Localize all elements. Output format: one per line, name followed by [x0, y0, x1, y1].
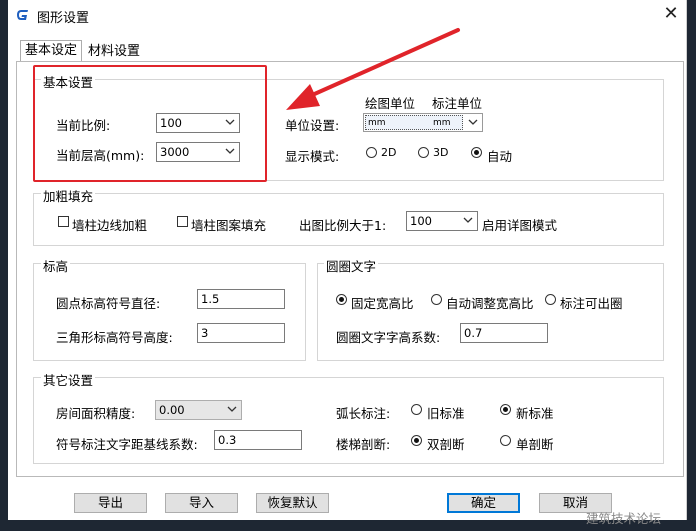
scale-gt-label: 出图比例大于1:: [299, 218, 387, 233]
unit-annotation-value: mm: [433, 118, 451, 128]
chevron-down-icon: [468, 119, 478, 125]
tab-basic[interactable]: 基本设定: [20, 40, 83, 62]
outside-circle-label: 标注可出圈: [560, 296, 623, 311]
other-settings-legend: 其它设置: [41, 370, 96, 389]
dot-diameter-input[interactable]: 1.5: [197, 289, 285, 309]
auto-ratio-label: 自动调整宽高比: [446, 296, 534, 311]
dot-diameter-label: 圆点标高符号直径:: [56, 296, 161, 311]
triangle-height-input[interactable]: 3: [197, 323, 285, 343]
tab-material[interactable]: 材料设置: [84, 42, 144, 61]
elevation-legend: 标高: [41, 256, 71, 275]
scale-gt-combo[interactable]: 100: [406, 211, 478, 231]
detail-mode-label: 启用详图模式: [482, 218, 558, 233]
area-precision-label: 房间面积精度:: [56, 406, 136, 421]
fixed-ratio-label: 固定宽高比: [351, 296, 414, 311]
display-2d-radio[interactable]: [366, 147, 377, 158]
arc-new-standard-label: 新标准: [516, 406, 554, 421]
auto-ratio-radio[interactable]: [431, 294, 442, 305]
arc-old-standard-label: 旧标准: [427, 406, 465, 421]
chevron-down-icon: [227, 406, 237, 412]
unit-drawing-value: mm: [368, 118, 386, 128]
arc-old-standard-radio[interactable]: [411, 404, 422, 415]
display-3d-radio[interactable]: [418, 147, 429, 158]
stair-single-radio[interactable]: [500, 435, 511, 446]
circle-text-ratio-input[interactable]: 0.7: [460, 323, 548, 343]
display-auto-radio[interactable]: [471, 147, 482, 158]
triangle-height-label: 三角形标高符号高度:: [56, 330, 173, 345]
area-precision-value: 0.00: [159, 403, 185, 417]
thicken-fill-legend: 加粗填充: [41, 186, 96, 205]
circle-text-group: [317, 263, 664, 361]
circle-text-ratio-label: 圆圈文字字高系数:: [336, 330, 441, 345]
cad-background-right: [686, 0, 696, 531]
outside-circle-radio[interactable]: [545, 294, 556, 305]
arc-new-standard-radio[interactable]: [500, 404, 511, 415]
stair-double-label: 双剖断: [427, 437, 465, 452]
wall-edge-checkbox[interactable]: [58, 216, 69, 227]
watermark-text: 建筑技术论坛: [586, 511, 662, 526]
scale-gt-value: 100: [410, 214, 432, 228]
stair-section-label: 楼梯剖断:: [336, 437, 391, 452]
chevron-down-icon: [463, 217, 473, 223]
display-mode-label: 显示模式:: [285, 149, 340, 164]
circle-text-legend: 圆圈文字: [324, 256, 379, 275]
symbol-baseline-input[interactable]: 0.3: [214, 430, 302, 450]
export-button[interactable]: 导出: [74, 493, 147, 513]
close-icon[interactable]: ✕: [660, 2, 682, 26]
display-auto-label: 自动: [487, 149, 513, 164]
annotation-highlight-box: [33, 65, 267, 182]
reset-defaults-button[interactable]: 恢复默认: [256, 493, 329, 513]
annotation-arrow-icon: [286, 28, 460, 110]
symbol-baseline-label: 符号标注文字距基线系数:: [56, 437, 198, 452]
arc-length-label: 弧长标注:: [336, 406, 391, 421]
dialog-title: 图形设置: [37, 11, 90, 26]
ok-button[interactable]: 确定: [447, 493, 520, 513]
app-logo-icon: [17, 10, 28, 20]
wall-pattern-checkbox[interactable]: [177, 216, 188, 227]
import-button[interactable]: 导入: [165, 493, 238, 513]
elevation-group: [33, 263, 306, 361]
fixed-ratio-radio[interactable]: [336, 294, 347, 305]
wall-pattern-label: 墙柱图案填充: [191, 218, 267, 233]
wall-edge-label: 墙柱边线加粗: [72, 218, 148, 233]
display-3d-label: 3D: [433, 146, 449, 159]
stair-single-label: 单剖断: [516, 437, 554, 452]
display-2d-label: 2D: [381, 146, 397, 159]
cad-background-left: [0, 0, 8, 531]
stair-double-radio[interactable]: [411, 435, 422, 446]
area-precision-combo[interactable]: 0.00: [155, 400, 242, 420]
